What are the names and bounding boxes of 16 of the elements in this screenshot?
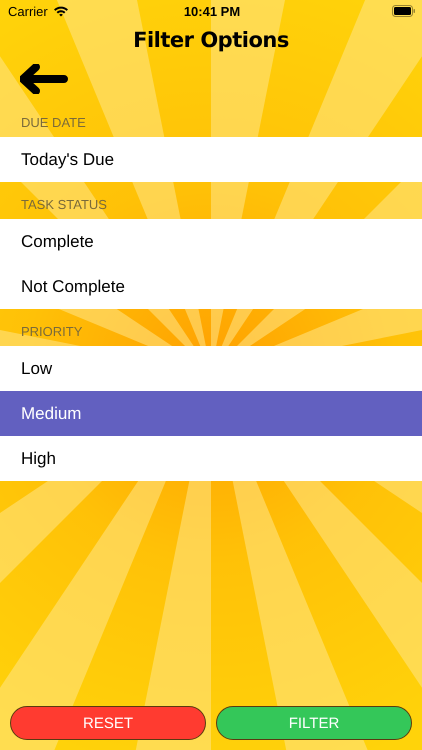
battery-icon — [392, 5, 416, 17]
wifi-icon — [52, 5, 69, 17]
carrier-label: Carrier — [8, 4, 48, 18]
section-header: PRIORITY — [20, 323, 84, 341]
status-time: 10:41 PM — [184, 4, 240, 18]
filter-option[interactable]: High — [0, 436, 422, 481]
filter-option[interactable]: Complete — [0, 219, 422, 264]
filter-option[interactable]: Not Complete — [0, 264, 422, 309]
reset-button[interactable]: RESET — [10, 706, 206, 740]
back-arrow-icon[interactable] — [20, 64, 68, 94]
section-header: DUE DATE — [20, 114, 87, 132]
filter-option[interactable]: Medium — [0, 391, 422, 436]
filter-option[interactable]: Today's Due — [0, 137, 422, 182]
section-header: TASK STATUS — [20, 196, 108, 214]
screen-title: Filter Options — [133, 28, 289, 52]
filter-option[interactable]: Low — [0, 346, 422, 391]
